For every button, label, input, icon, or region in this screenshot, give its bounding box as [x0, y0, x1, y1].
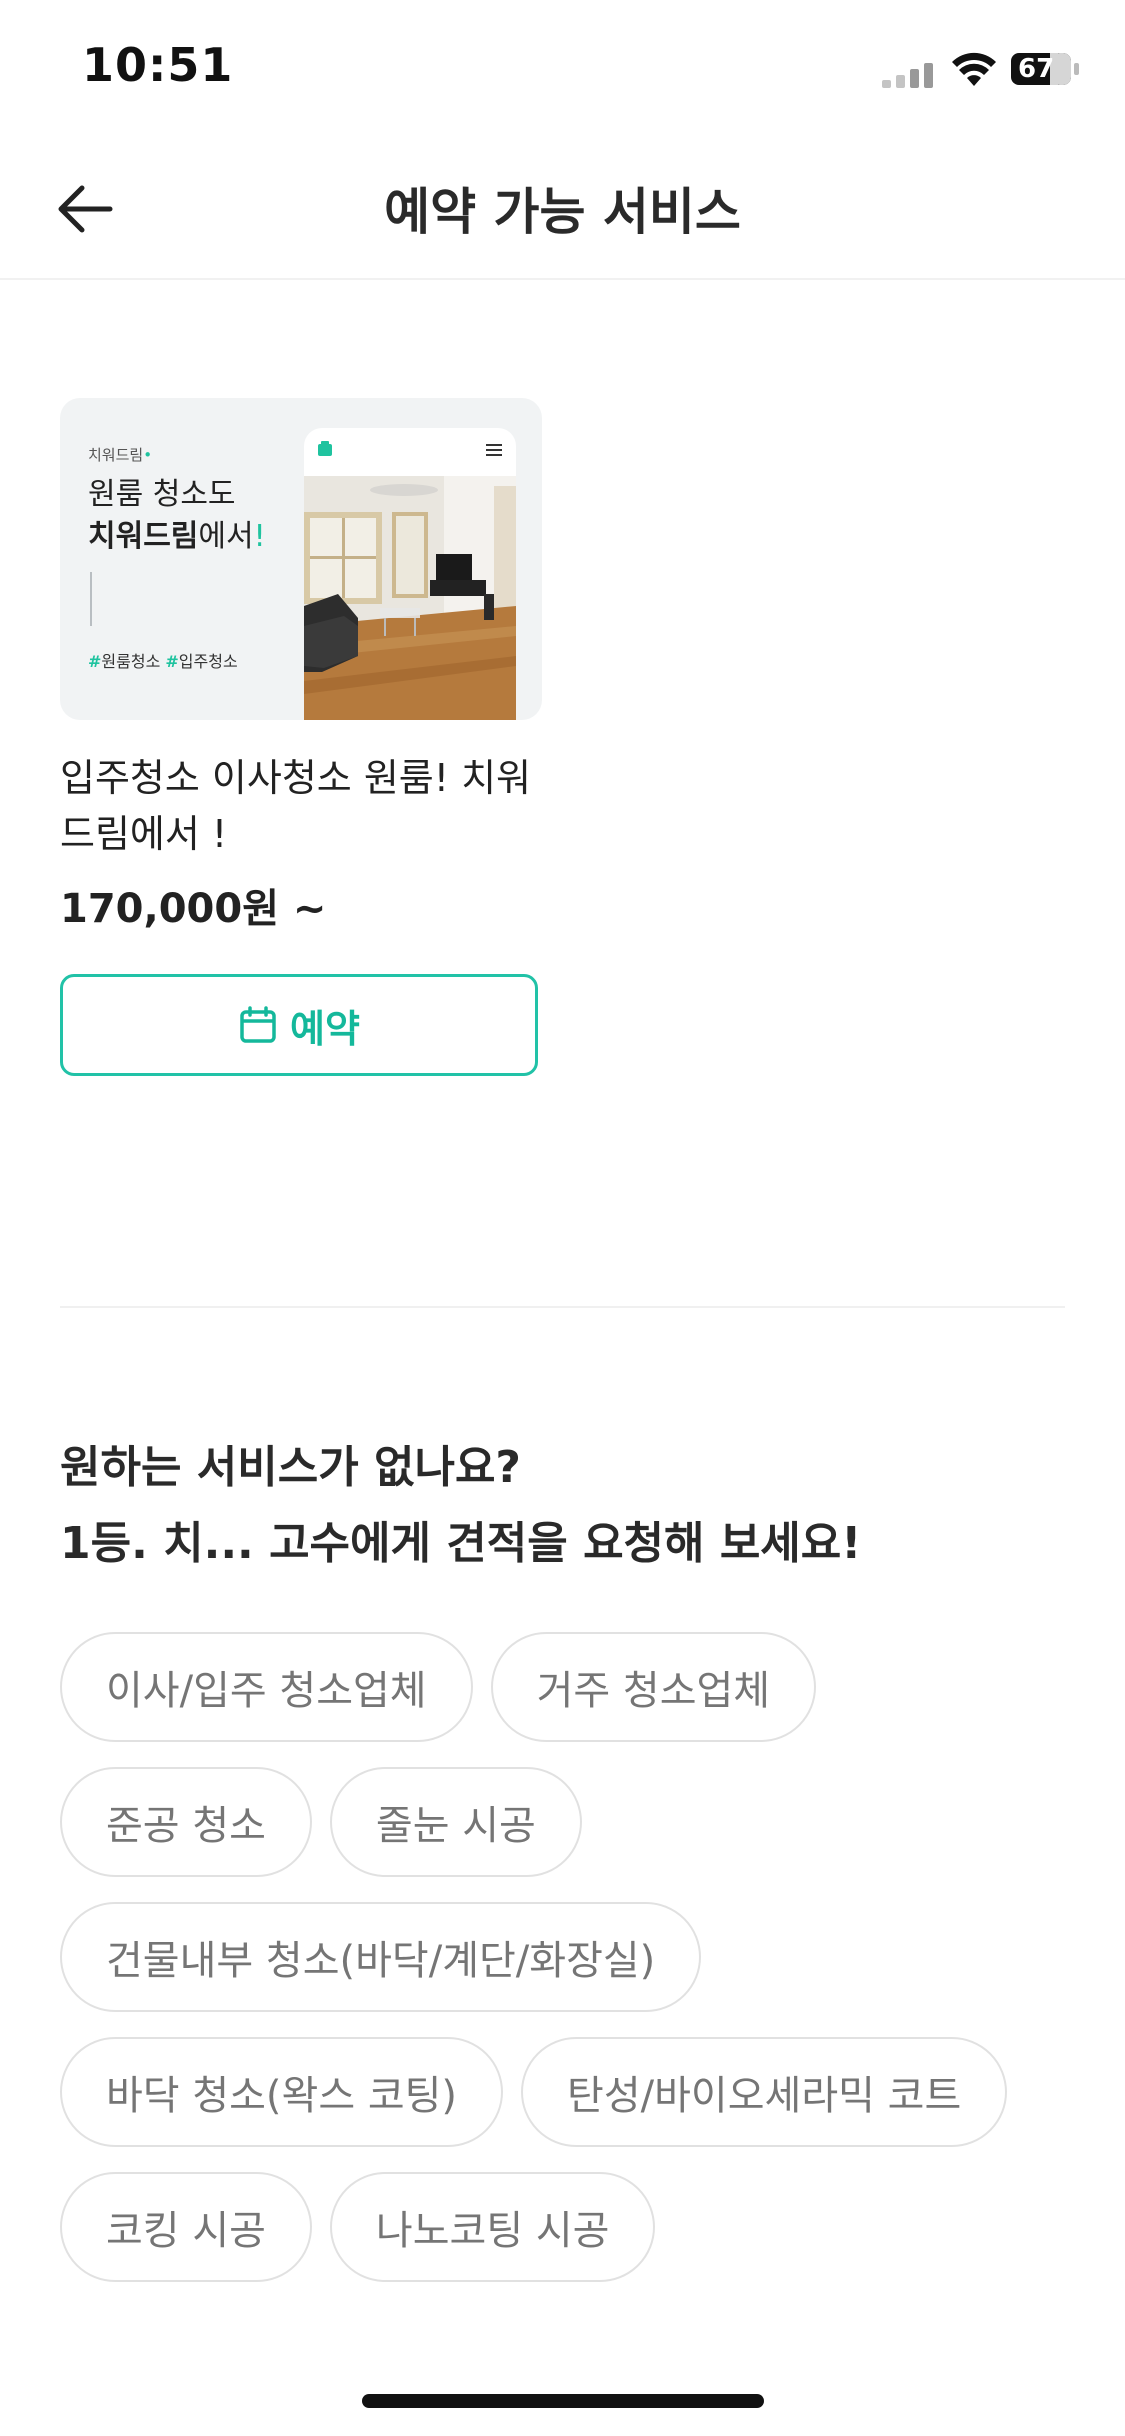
wifi-icon: [952, 52, 996, 86]
status-bar: 10:51 67: [0, 0, 1125, 130]
hamburger-menu-icon: [486, 444, 502, 456]
thumbnail-divider: [90, 572, 92, 626]
request-heading-line2: 1등. 치... 고수에게 견적을 요청해 보세요!: [60, 1518, 862, 1569]
category-chip-list: 이사/입주 청소업체 거주 청소업체 준공 청소 줄눈 시공 건물내부 청소(바…: [60, 1632, 1070, 2307]
category-chip[interactable]: 줄눈 시공: [329, 1767, 582, 1877]
reserve-button[interactable]: 예약: [60, 974, 538, 1076]
thumbnail-phone-mockup: [304, 428, 516, 720]
home-indicator[interactable]: [362, 2394, 764, 2408]
service-title[interactable]: 입주청소 이사청소 원룸! 치워드림에서 !: [60, 750, 542, 862]
category-chip[interactable]: 이사/입주 청소업체: [60, 1632, 473, 1742]
calendar-icon: [240, 1006, 276, 1043]
section-divider: [60, 1306, 1065, 1308]
service-thumbnail[interactable]: 치워드림• 원룸 청소도 치워드림에서! #원룸청소 #입주청소: [60, 398, 542, 720]
battery-level: 67: [1018, 54, 1055, 84]
category-chip[interactable]: 거주 청소업체: [490, 1632, 817, 1742]
reserve-label: 예약: [290, 1006, 360, 1051]
thumbnail-brand: 치워드림•: [88, 446, 153, 464]
category-chip[interactable]: 나노코팅 시공: [329, 2172, 656, 2282]
room-photo: [304, 476, 516, 720]
page-title: 예약 가능 서비스: [384, 183, 741, 241]
thumbnail-headline: 원룸 청소도 치워드림에서!: [88, 477, 266, 554]
brand-logo-icon: [318, 441, 332, 456]
service-card[interactable]: 치워드림• 원룸 청소도 치워드림에서! #원룸청소 #입주청소 입주청소 이사…: [60, 398, 542, 1076]
category-chip[interactable]: 바닥 청소(왁스 코팅): [60, 2037, 504, 2147]
category-chip[interactable]: 코킹 시공: [60, 2172, 312, 2282]
request-heading-line1: 원하는 서비스가 없나요?: [60, 1442, 521, 1493]
battery-icon: 67: [1010, 52, 1080, 86]
nav-bar: 예약 가능 서비스: [0, 150, 1125, 280]
signal-icon: [882, 63, 933, 88]
category-chip[interactable]: 건물내부 청소(바닥/계단/화장실): [60, 1902, 702, 2012]
category-chip[interactable]: 탄성/바이오세라믹 코트: [521, 2037, 1008, 2147]
status-time: 10:51: [82, 38, 234, 92]
request-heading: 원하는 서비스가 없나요? 1등. 치... 고수에게 견적을 요청해 보세요!: [60, 1430, 1065, 1582]
category-chip[interactable]: 준공 청소: [60, 1767, 312, 1877]
service-price: 170,000원 ~: [60, 886, 327, 932]
thumbnail-tags: #원룸청소 #입주청소: [88, 652, 238, 671]
